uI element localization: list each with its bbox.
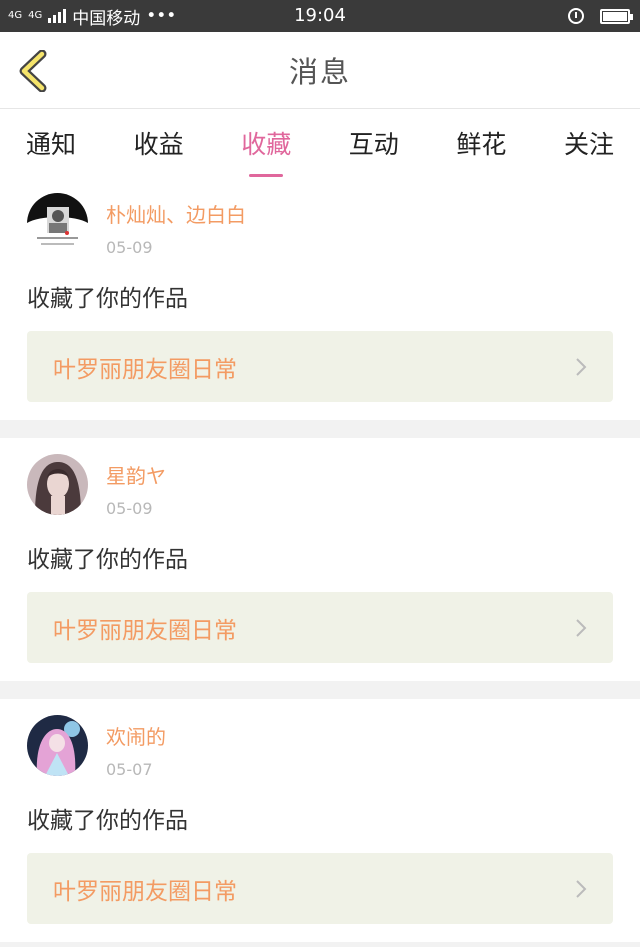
status-bar: 4G 4G 中国移动 ••• 19:04 [0, 0, 640, 32]
message-text: 收藏了你的作品 [27, 547, 188, 573]
battery-icon [600, 8, 633, 24]
work-link[interactable]: 叶罗丽朋友圈日常 [27, 331, 613, 402]
header: 消息 [0, 32, 640, 109]
signal-icon [48, 9, 67, 23]
message-date: 05-09 [106, 499, 153, 518]
avatar-image [27, 193, 88, 254]
message-text: 收藏了你的作品 [27, 286, 188, 312]
user-name[interactable]: 欢闹的 [106, 721, 166, 750]
chevron-right-icon [576, 618, 587, 637]
network-type: 4G [8, 10, 23, 21]
avatar[interactable] [27, 454, 88, 515]
chevron-left-icon [19, 49, 47, 93]
tab-favorites[interactable]: 收藏 [241, 125, 291, 177]
tab-follows[interactable]: 关注 [564, 125, 614, 161]
chevron-right-icon [576, 357, 587, 376]
tab-interactions[interactable]: 互动 [349, 125, 399, 161]
tab-bar: 通知 收益 收藏 互动 鲜花 关注 [0, 109, 640, 177]
message-date: 05-09 [106, 238, 153, 257]
message-card: 星韵ヤ 05-09 收藏了你的作品 叶罗丽朋友圈日常 [0, 438, 640, 681]
work-title: 叶罗丽朋友圈日常 [53, 617, 237, 644]
chevron-right-icon [576, 879, 587, 898]
tab-notifications[interactable]: 通知 [26, 125, 76, 161]
network-indicator-2: 4G [28, 11, 42, 21]
more-dots: ••• [146, 6, 177, 26]
network-indicator: 4G [8, 11, 22, 21]
message-card: 欢闹的 05-07 收藏了你的作品 叶罗丽朋友圈日常 [0, 699, 640, 942]
message-card: 朴灿灿、边白白 05-09 收藏了你的作品 叶罗丽朋友圈日常 [0, 177, 640, 420]
message-text: 收藏了你的作品 [27, 808, 188, 834]
status-right [568, 8, 633, 24]
work-link[interactable]: 叶罗丽朋友圈日常 [27, 853, 613, 924]
work-title: 叶罗丽朋友圈日常 [53, 356, 237, 383]
avatar[interactable] [27, 715, 88, 776]
user-name[interactable]: 朴灿灿、边白白 [106, 199, 246, 228]
page-title: 消息 [288, 55, 351, 89]
carrier-name: 中国移动 [72, 8, 141, 29]
status-left: 4G 4G 中国移动 ••• [8, 4, 176, 29]
avatar[interactable] [27, 193, 88, 254]
user-name[interactable]: 星韵ヤ [106, 460, 166, 489]
work-link[interactable]: 叶罗丽朋友圈日常 [27, 592, 613, 663]
network-type-2: 4G [28, 10, 43, 21]
back-button[interactable] [14, 49, 54, 93]
work-title: 叶罗丽朋友圈日常 [53, 878, 237, 905]
message-date: 05-07 [106, 760, 153, 779]
tab-flowers[interactable]: 鲜花 [456, 125, 506, 161]
alarm-icon [568, 8, 584, 24]
avatar-image [27, 715, 88, 776]
tab-earnings[interactable]: 收益 [134, 125, 184, 161]
avatar-image [27, 454, 88, 515]
